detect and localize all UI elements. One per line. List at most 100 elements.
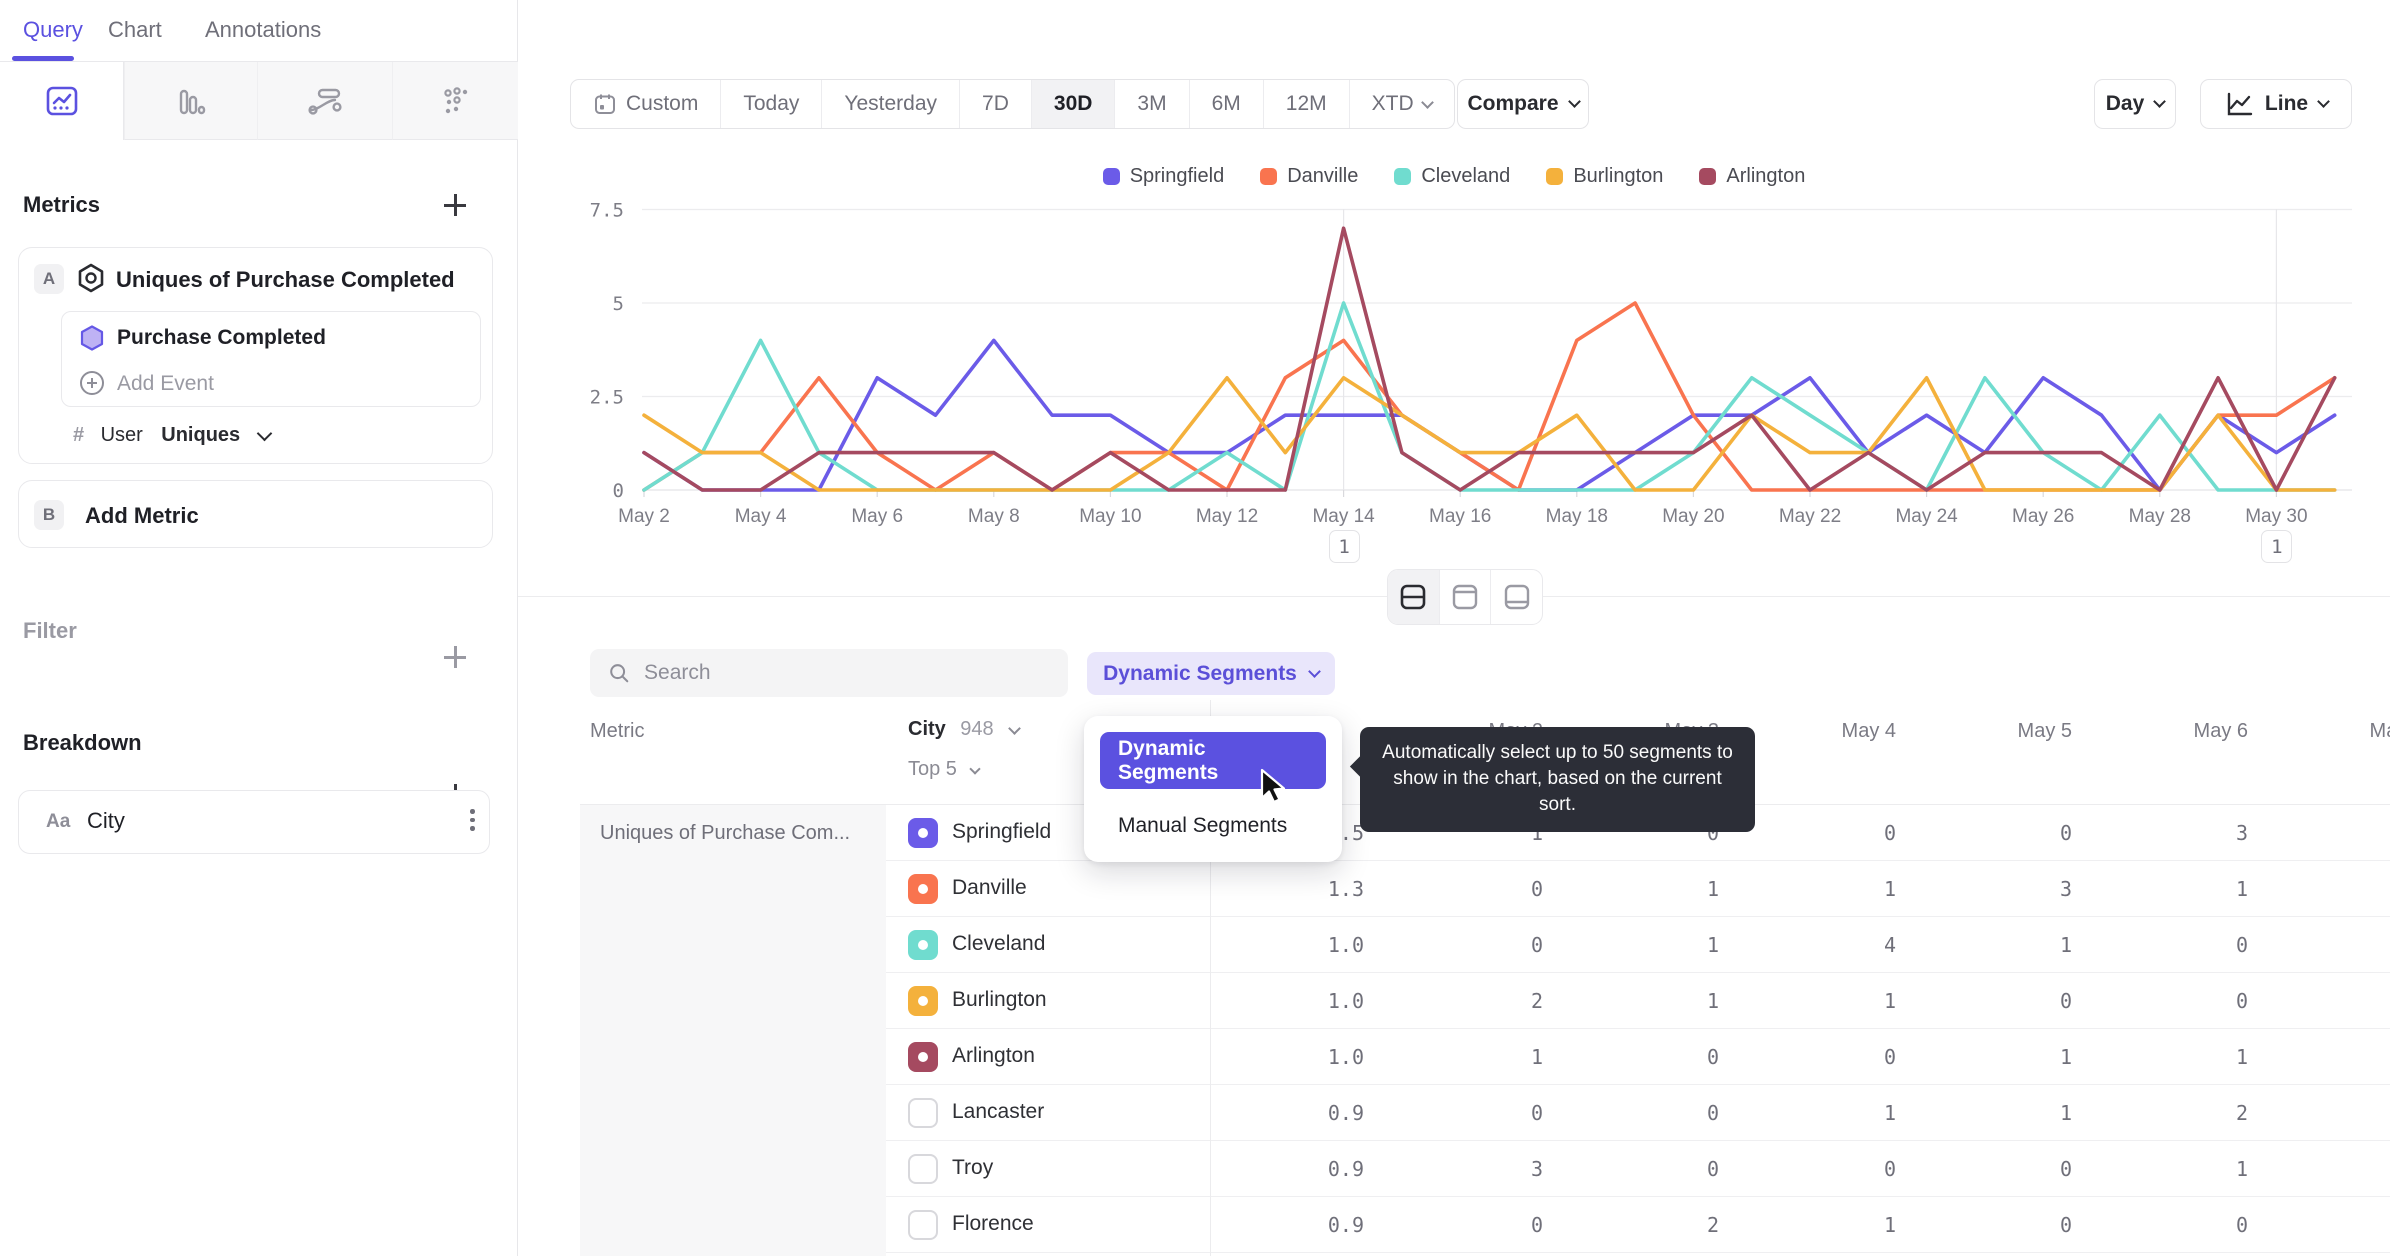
segment-checkbox[interactable] <box>908 1210 938 1240</box>
range-6m[interactable]: 6M <box>1190 80 1264 128</box>
column-header-may-6: May 6 <box>2193 720 2248 742</box>
legend-item[interactable]: Cleveland <box>1394 165 1510 188</box>
legend-item[interactable]: Danville <box>1260 165 1358 188</box>
city-column-header[interactable]: City 948 <box>908 718 1021 741</box>
cell-value: 2 <box>1530 989 1543 1013</box>
range-label: 6M <box>1211 92 1241 115</box>
layout-split-button[interactable] <box>1388 570 1439 624</box>
legend-item[interactable]: Arlington <box>1699 165 1805 188</box>
legend-label: Arlington <box>1726 165 1806 187</box>
cell-value: 0 <box>1530 1101 1543 1125</box>
range-custom[interactable]: Custom <box>571 80 722 128</box>
range-12m[interactable]: 12M <box>1264 80 1350 128</box>
cell-value: 3 <box>1530 1157 1543 1181</box>
line-chart-icon <box>46 86 77 116</box>
metric-column-header: Metric <box>590 720 645 742</box>
segments-dropdown-menu: Dynamic Segments Manual Segments <box>1084 716 1342 862</box>
granularity-button[interactable]: Day <box>2094 79 2176 129</box>
tab-annotations[interactable]: Annotations <box>205 17 321 43</box>
chart-type-scatter-tab[interactable] <box>392 62 518 140</box>
menu-item-manual-segments[interactable]: Manual Segments <box>1100 797 1326 854</box>
axis-tick-label: May 28 <box>2129 506 2191 527</box>
tab-query[interactable]: Query <box>23 17 83 43</box>
search-input[interactable] <box>644 661 1050 685</box>
chevron-down-icon <box>256 425 272 442</box>
range-7d[interactable]: 7D <box>960 80 1032 128</box>
range-today[interactable]: Today <box>721 80 823 128</box>
metrics-heading: Metrics <box>23 192 101 217</box>
chevron-down-icon <box>1308 665 1321 678</box>
axis-tick-label: May 12 <box>1196 506 1258 527</box>
chart-type-bar-tab[interactable] <box>124 62 257 140</box>
segment-checkbox[interactable] <box>908 818 938 848</box>
legend-item[interactable]: Springfield <box>1102 165 1225 188</box>
metric-card-b[interactable]: B Add Metric <box>18 480 493 548</box>
series-line-arlington <box>642 226 2337 492</box>
add-filter-plus-button[interactable] <box>442 644 468 670</box>
event-name[interactable]: Purchase Completed <box>117 326 326 350</box>
segment-checkbox[interactable] <box>908 1154 938 1184</box>
annotation-badge[interactable]: 1 <box>1328 530 1360 563</box>
legend-label: Burlington <box>1573 165 1664 187</box>
range-30d[interactable]: 30D <box>1031 80 1116 128</box>
avg-value: 1.3 <box>1327 877 1364 901</box>
chevron-down-icon <box>2317 95 2330 108</box>
cell-value: 0 <box>1883 1045 1896 1069</box>
tab-chart[interactable]: Chart <box>108 17 162 43</box>
menu-item-dynamic-segments[interactable]: Dynamic Segments <box>1100 732 1326 789</box>
axis-tick-label: 2.5 <box>590 387 624 409</box>
breakdown-city-card[interactable]: Aa City <box>18 790 490 854</box>
top5-selector[interactable]: Top 5 <box>908 758 982 781</box>
segment-checkbox[interactable] <box>908 930 938 960</box>
bottom-panel-icon <box>1504 584 1529 610</box>
chart-type-line-segment-tab[interactable] <box>0 62 124 140</box>
segment-checkbox[interactable] <box>908 1042 938 1072</box>
metric-badge-b: B <box>34 500 64 530</box>
cell-value: 1 <box>1706 933 1719 957</box>
chart-type-button[interactable]: Line <box>2200 79 2352 129</box>
line-chart[interactable]: 0 2.5 5 7.5 May 2 May 4 May 6 May 8 May 10 May 12… <box>518 200 2390 540</box>
axis-tick-label: May 26 <box>2012 506 2074 527</box>
annotation-badge[interactable]: 1 <box>2261 530 2293 563</box>
cell-value: 0 <box>2059 821 2072 845</box>
legend-label: Springfield <box>1129 165 1225 187</box>
avg-value: 0.9 <box>1327 1213 1364 1237</box>
axis-tick-label: 0 <box>613 480 624 502</box>
add-event-button[interactable]: Add Event <box>117 372 214 396</box>
search-box <box>590 649 1068 697</box>
segment-checkbox[interactable] <box>908 874 938 904</box>
layout-table-only-button[interactable] <box>1490 570 1542 624</box>
cell-value: 1 <box>2235 1157 2248 1181</box>
breakdown-heading: Breakdown <box>23 730 142 755</box>
cell-value: 1 <box>1530 1045 1543 1069</box>
segment-checkbox[interactable] <box>908 1098 938 1128</box>
segment-checkbox[interactable] <box>908 986 938 1016</box>
top-panel-icon <box>1452 584 1478 610</box>
range-yesterday[interactable]: Yesterday <box>822 80 961 128</box>
cell-value: 0 <box>1706 1157 1719 1181</box>
legend-item[interactable]: Burlington <box>1546 165 1663 188</box>
layout-chart-only-button[interactable] <box>1438 570 1491 624</box>
flow-chart-icon <box>308 88 342 115</box>
segments-mode-button[interactable]: Dynamic Segments <box>1087 652 1335 695</box>
segments-mode-label: Dynamic Segments <box>1103 661 1297 685</box>
add-metric-plus-button[interactable] <box>442 192 468 218</box>
kebab-menu-icon[interactable] <box>466 805 479 835</box>
cell-value: 0 <box>1883 1157 1896 1181</box>
compare-button[interactable]: Compare <box>1457 79 1589 129</box>
hash-icon: # <box>73 424 85 446</box>
add-event-icon <box>80 371 104 395</box>
cell-value: 0 <box>1530 877 1543 901</box>
avg-value: 0.9 <box>1327 1101 1364 1125</box>
measure-row[interactable]: # User Uniques <box>73 424 272 447</box>
cell-value: 0 <box>1530 1213 1543 1237</box>
range-xtd[interactable]: XTD <box>1350 80 1454 128</box>
metric-title[interactable]: Uniques of Purchase Completed <box>116 267 455 293</box>
range-3m[interactable]: 3M <box>1115 80 1190 128</box>
chart-type-flow-tab[interactable] <box>257 62 392 140</box>
line-chart-icon <box>2227 92 2253 116</box>
cell-value: 2 <box>1706 1213 1719 1237</box>
axis-tick-label: May 2 <box>618 506 670 527</box>
top5-label: Top 5 <box>908 758 957 780</box>
cell-value: 4 <box>1883 933 1896 957</box>
